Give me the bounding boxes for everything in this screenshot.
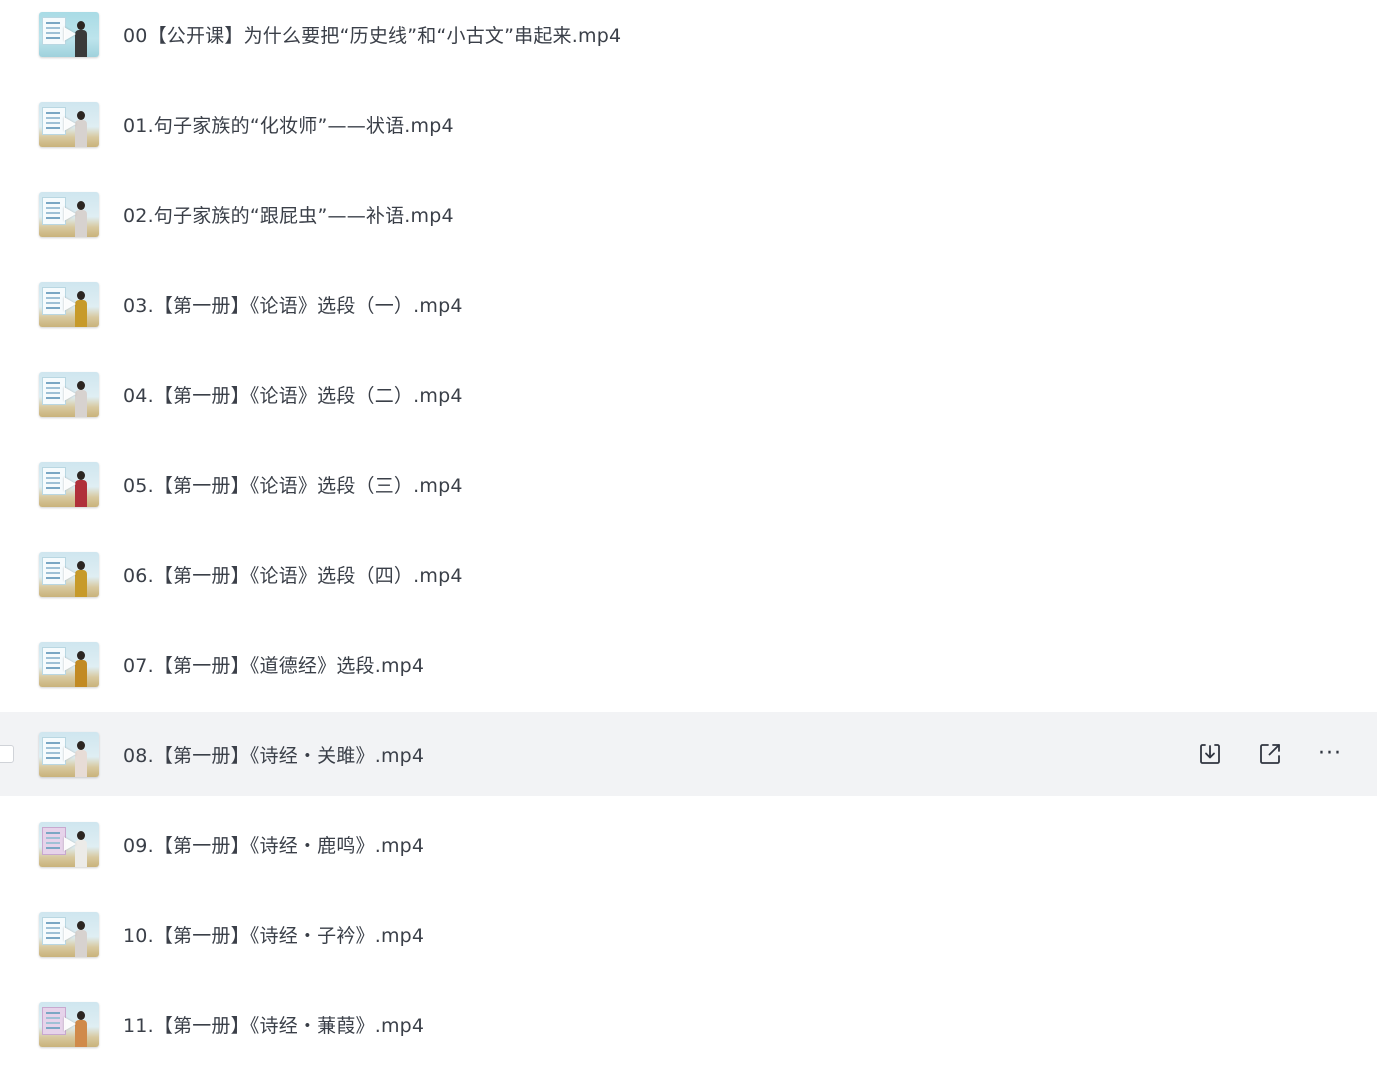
- video-thumbnail[interactable]: [39, 731, 99, 777]
- play-icon: [64, 746, 76, 761]
- play-icon: [64, 926, 76, 941]
- download-button[interactable]: [1196, 740, 1224, 768]
- video-thumbnail[interactable]: [39, 101, 99, 147]
- file-row-hovered[interactable]: 08.【第一册】《诗经・关雎》.mp4 ···: [0, 712, 1377, 796]
- file-row[interactable]: 04.【第一册】《论语》选段（二）.mp4: [0, 349, 1377, 439]
- file-row[interactable]: 00【公开课】为什么要把“历史线”和“小古文”串起来.mp4: [0, 0, 1377, 79]
- video-thumbnail[interactable]: [39, 461, 99, 507]
- file-row[interactable]: 02.句子家族的“跟屁虫”——补语.mp4: [0, 169, 1377, 259]
- file-name[interactable]: 05.【第一册】《论语》选段（三）.mp4: [123, 471, 463, 498]
- file-list: 00【公开课】为什么要把“历史线”和“小古文”串起来.mp4 01.句子家族的“…: [0, 0, 1377, 1069]
- file-name[interactable]: 11.【第一册】《诗经・蒹葭》.mp4: [123, 1011, 424, 1038]
- file-name[interactable]: 01.句子家族的“化妆师”——状语.mp4: [123, 111, 454, 138]
- file-row[interactable]: 09.【第一册】《诗经・鹿鸣》.mp4: [0, 799, 1377, 889]
- file-name[interactable]: 07.【第一册】《道德经》选段.mp4: [123, 651, 424, 678]
- file-name[interactable]: 06.【第一册】《论语》选段（四）.mp4: [123, 561, 463, 588]
- play-icon: [64, 296, 76, 311]
- file-name[interactable]: 03.【第一册】《论语》选段（一）.mp4: [123, 291, 463, 318]
- play-icon: [64, 386, 76, 401]
- video-thumbnail[interactable]: [39, 371, 99, 417]
- file-name[interactable]: 09.【第一册】《诗经・鹿鸣》.mp4: [123, 831, 424, 858]
- file-row[interactable]: 06.【第一册】《论语》选段（四）.mp4: [0, 529, 1377, 619]
- play-icon: [64, 206, 76, 221]
- video-thumbnail[interactable]: [39, 821, 99, 867]
- file-name[interactable]: 04.【第一册】《论语》选段（二）.mp4: [123, 381, 463, 408]
- play-icon: [64, 1016, 76, 1031]
- play-icon: [64, 476, 76, 491]
- file-row[interactable]: 03.【第一册】《论语》选段（一）.mp4: [0, 259, 1377, 349]
- more-button[interactable]: ···: [1316, 740, 1344, 768]
- play-icon: [64, 26, 76, 41]
- video-thumbnail[interactable]: [39, 1001, 99, 1047]
- play-icon: [64, 566, 76, 581]
- video-thumbnail[interactable]: [39, 191, 99, 237]
- download-icon: [1200, 744, 1220, 764]
- share-icon: [1260, 744, 1280, 764]
- video-thumbnail[interactable]: [39, 11, 99, 57]
- row-checkbox[interactable]: [0, 745, 14, 763]
- video-thumbnail[interactable]: [39, 641, 99, 687]
- file-row[interactable]: 01.句子家族的“化妆师”——状语.mp4: [0, 79, 1377, 169]
- play-icon: [64, 116, 76, 131]
- file-name[interactable]: 08.【第一册】《诗经・关雎》.mp4: [123, 741, 424, 768]
- more-icon: ···: [1318, 741, 1342, 766]
- video-thumbnail[interactable]: [39, 911, 99, 957]
- file-name[interactable]: 02.句子家族的“跟屁虫”——补语.mp4: [123, 201, 454, 228]
- video-thumbnail[interactable]: [39, 551, 99, 597]
- play-icon: [64, 836, 76, 851]
- file-row[interactable]: 07.【第一册】《道德经》选段.mp4: [0, 619, 1377, 709]
- file-row[interactable]: 10.【第一册】《诗经・子衿》.mp4: [0, 889, 1377, 979]
- file-row[interactable]: 05.【第一册】《论语》选段（三）.mp4: [0, 439, 1377, 529]
- file-name[interactable]: 00【公开课】为什么要把“历史线”和“小古文”串起来.mp4: [123, 21, 621, 48]
- video-thumbnail[interactable]: [39, 281, 99, 327]
- file-name[interactable]: 10.【第一册】《诗经・子衿》.mp4: [123, 921, 424, 948]
- play-icon: [64, 656, 76, 671]
- share-button[interactable]: [1256, 740, 1284, 768]
- file-row[interactable]: 11.【第一册】《诗经・蒹葭》.mp4: [0, 979, 1377, 1069]
